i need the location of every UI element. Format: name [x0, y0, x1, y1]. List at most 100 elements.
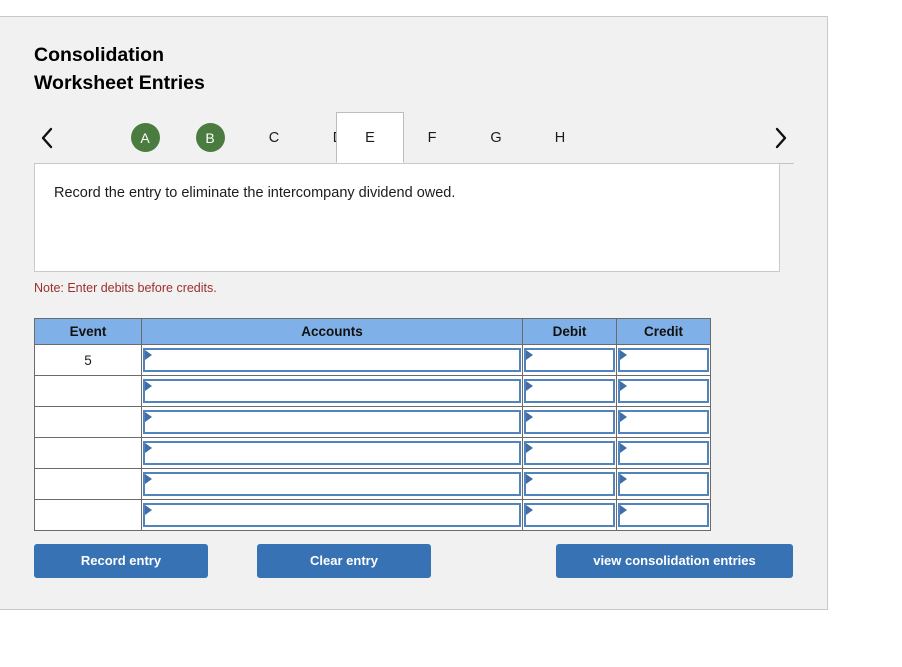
tab-f[interactable]: F [406, 112, 458, 163]
journal-entry-table: Event Accounts Debit Credit 5 [34, 318, 711, 531]
credit-cell[interactable] [616, 468, 711, 500]
table-row [34, 468, 711, 500]
dropdown-triangle-icon [526, 381, 533, 391]
accounts-cell[interactable] [141, 406, 523, 438]
table-header-row: Event Accounts Debit Credit [34, 318, 711, 345]
accounts-dropdown[interactable] [143, 379, 521, 403]
next-entry-arrow[interactable] [768, 112, 794, 163]
accounts-dropdown[interactable] [143, 472, 521, 496]
dropdown-triangle-icon [145, 443, 152, 453]
page-title-line-2: Worksheet Entries [34, 72, 205, 94]
tab-c[interactable]: C [248, 112, 300, 163]
accounts-dropdown[interactable] [143, 410, 521, 434]
tab-c-label: C [268, 129, 280, 146]
dropdown-triangle-icon [526, 474, 533, 484]
debits-before-credits-note: Note: Enter debits before credits. [34, 281, 217, 295]
event-number-cell [34, 468, 142, 500]
dropdown-triangle-icon [145, 474, 152, 484]
tab-g-label: G [490, 129, 502, 146]
dropdown-triangle-icon [526, 350, 533, 360]
tab-e-label: E [365, 129, 375, 146]
page-title-line-1: Consolidation [34, 44, 164, 66]
column-header-credit: Credit [616, 318, 711, 345]
dropdown-triangle-icon [620, 474, 627, 484]
debit-input[interactable] [524, 441, 615, 465]
tab-b[interactable]: B [183, 112, 237, 163]
accounts-cell[interactable] [141, 468, 523, 500]
event-number-cell [34, 499, 142, 531]
previous-entry-arrow[interactable] [34, 112, 60, 163]
table-row [34, 499, 711, 531]
credit-input[interactable] [618, 348, 709, 372]
page-title: Consolidation Worksheet Entries [34, 41, 454, 97]
accounts-cell[interactable] [141, 344, 523, 376]
credit-input[interactable] [618, 472, 709, 496]
accounts-dropdown[interactable] [143, 503, 521, 527]
event-number-cell [34, 406, 142, 438]
table-row: 5 [34, 344, 711, 376]
table-row [34, 437, 711, 469]
event-number-cell [34, 375, 142, 407]
credit-input[interactable] [618, 379, 709, 403]
entry-tab-bar: A B C D E F G H [34, 112, 794, 164]
dropdown-triangle-icon [620, 412, 627, 422]
dropdown-triangle-icon [526, 505, 533, 515]
credit-input[interactable] [618, 503, 709, 527]
event-number-cell [34, 437, 142, 469]
tab-a[interactable]: A [118, 112, 172, 163]
debit-input[interactable] [524, 348, 615, 372]
debit-cell[interactable] [522, 406, 617, 438]
accounts-cell[interactable] [141, 375, 523, 407]
clear-entry-button[interactable]: Clear entry [257, 544, 431, 578]
table-row [34, 406, 711, 438]
record-entry-button[interactable]: Record entry [34, 544, 208, 578]
credit-cell[interactable] [616, 375, 711, 407]
dropdown-triangle-icon [145, 350, 152, 360]
tab-h-label: H [554, 129, 566, 146]
debit-cell[interactable] [522, 499, 617, 531]
dropdown-triangle-icon [620, 505, 627, 515]
debit-cell[interactable] [522, 437, 617, 469]
credit-cell[interactable] [616, 344, 711, 376]
event-number-cell: 5 [34, 344, 142, 376]
credit-cell[interactable] [616, 499, 711, 531]
dropdown-triangle-icon [620, 381, 627, 391]
chevron-left-icon [40, 127, 54, 149]
debit-cell[interactable] [522, 468, 617, 500]
dropdown-triangle-icon [145, 505, 152, 515]
debit-input[interactable] [524, 472, 615, 496]
debit-input[interactable] [524, 503, 615, 527]
debit-cell[interactable] [522, 344, 617, 376]
tab-b-badge: B [195, 123, 225, 152]
accounts-cell[interactable] [141, 499, 523, 531]
dropdown-triangle-icon [620, 443, 627, 453]
view-consolidation-entries-button[interactable]: view consolidation entries [556, 544, 793, 578]
dropdown-triangle-icon [145, 412, 152, 422]
chevron-right-icon [774, 127, 788, 149]
credit-cell[interactable] [616, 406, 711, 438]
debit-input[interactable] [524, 379, 615, 403]
column-header-accounts: Accounts [141, 318, 523, 345]
tab-f-label: F [427, 129, 437, 146]
credit-cell[interactable] [616, 437, 711, 469]
tab-a-badge: A [130, 123, 160, 152]
credit-input[interactable] [618, 441, 709, 465]
dropdown-triangle-icon [526, 443, 533, 453]
dropdown-triangle-icon [145, 381, 152, 391]
debit-input[interactable] [524, 410, 615, 434]
accounts-cell[interactable] [141, 437, 523, 469]
tab-e[interactable]: E [336, 112, 404, 163]
tab-h[interactable]: H [534, 112, 586, 163]
tab-g[interactable]: G [470, 112, 522, 163]
table-row [34, 375, 711, 407]
column-header-event: Event [34, 318, 142, 345]
instruction-text: Record the entry to eliminate the interc… [54, 185, 456, 201]
credit-input[interactable] [618, 410, 709, 434]
instruction-box: Record the entry to eliminate the interc… [34, 163, 780, 272]
accounts-dropdown[interactable] [143, 441, 521, 465]
column-header-debit: Debit [522, 318, 617, 345]
dropdown-triangle-icon [526, 412, 533, 422]
accounts-dropdown[interactable] [143, 348, 521, 372]
debit-cell[interactable] [522, 375, 617, 407]
dropdown-triangle-icon [620, 350, 627, 360]
